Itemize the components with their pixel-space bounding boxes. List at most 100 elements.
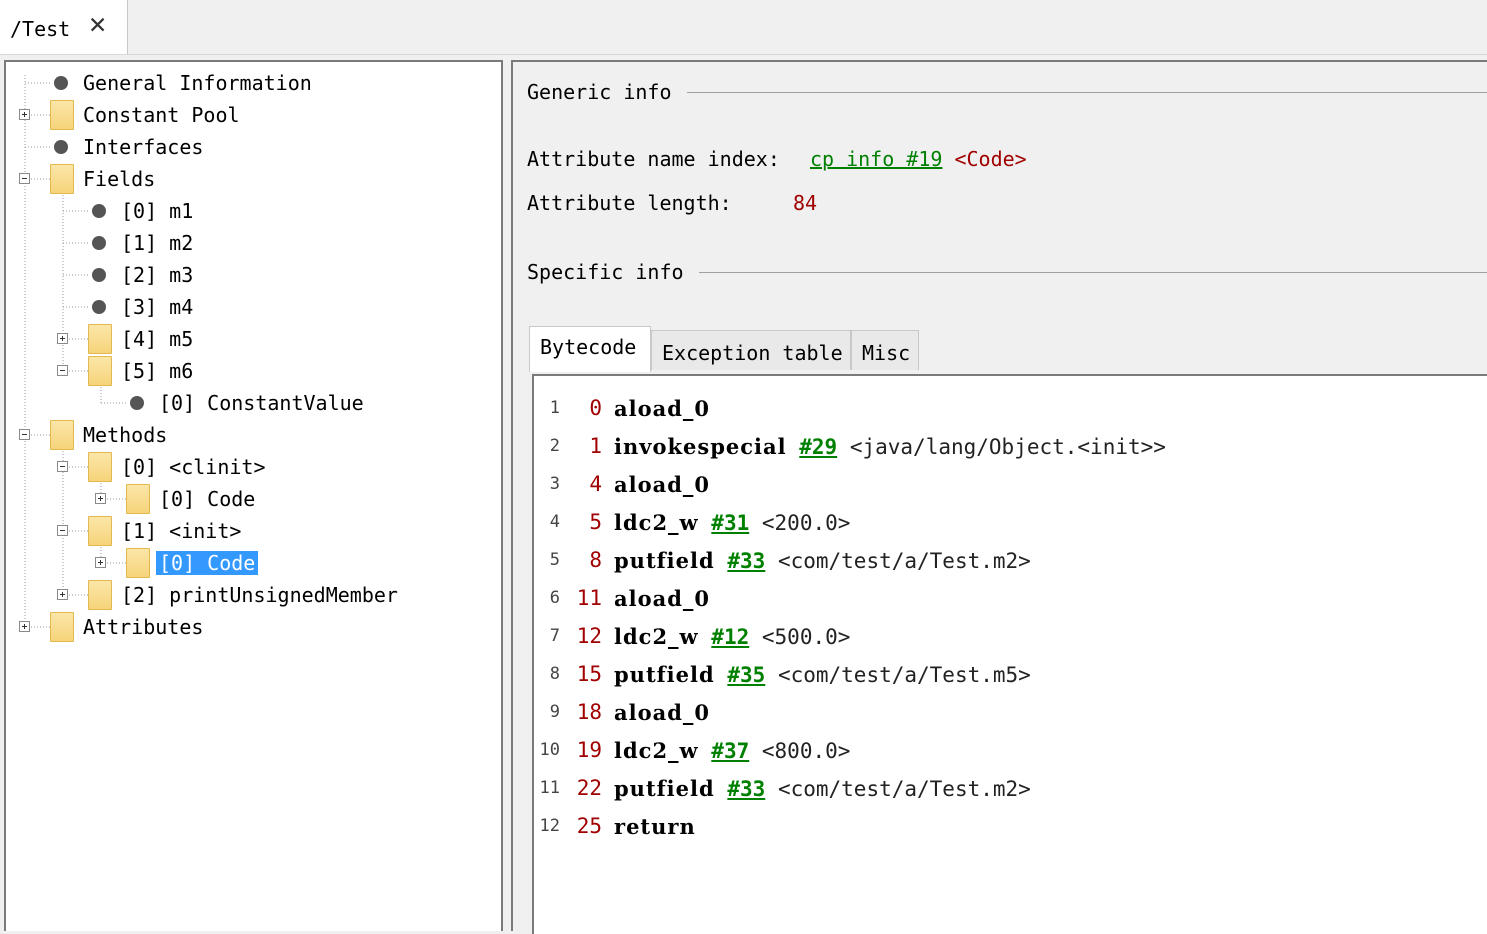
tree-node[interactable]: [0] Code — [6, 483, 496, 515]
tree-node-label: [0] ConstantValue — [159, 391, 364, 415]
tree-node[interactable]: Interfaces — [6, 131, 496, 163]
tree-node-label: [0] Code — [159, 487, 256, 511]
constant-pool-ref-link[interactable]: #29 — [799, 435, 837, 459]
opcode: ldc2_w — [614, 624, 699, 649]
instruction: aload_0 — [614, 700, 710, 725]
tree-node[interactable]: [0] ConstantValue — [6, 387, 496, 419]
expand-icon[interactable] — [19, 621, 30, 632]
constant-pool-ref-link[interactable]: #12 — [711, 625, 749, 649]
constant-pool-ref-link[interactable]: #37 — [711, 739, 749, 763]
collapse-icon[interactable] — [57, 461, 68, 472]
tree-node[interactable]: Fields — [6, 163, 496, 195]
tree-node[interactable]: General Information — [6, 67, 496, 99]
instruction: putfield #35 <com/test/a/Test.m5> — [614, 662, 1031, 687]
line-number: 12 — [539, 816, 560, 836]
instruction: ldc2_w #31 <200.0> — [614, 510, 850, 535]
tree-node[interactable]: [4] m5 — [6, 323, 496, 355]
collapse-icon[interactable] — [57, 525, 68, 536]
opcode: ldc2_w — [614, 510, 699, 535]
instruction: aload_0 — [614, 396, 710, 421]
bytecode-line: 11 22 putfield #33 <com/test/a/Test.m2> — [534, 770, 1474, 808]
instruction: ldc2_w #37 <800.0> — [614, 738, 850, 763]
node-bullet-icon — [54, 140, 68, 154]
folder-icon — [126, 484, 150, 514]
tree-node-label: [0] Code — [156, 551, 259, 575]
tree-node[interactable]: [2] m3 — [6, 259, 496, 291]
tree-node[interactable]: [2] printUnsignedMember — [6, 579, 496, 611]
collapse-icon[interactable] — [57, 365, 68, 376]
collapse-icon[interactable] — [19, 173, 30, 184]
constant-pool-ref-link[interactable]: #33 — [727, 549, 765, 573]
instruction: return — [614, 814, 696, 839]
folder-icon — [88, 516, 112, 546]
attribute-name-value: <Code> — [954, 147, 1027, 171]
node-bullet-icon — [54, 76, 68, 90]
bytecode-line: 3 4 aload_0 — [534, 466, 1474, 504]
line-number: 10 — [539, 740, 560, 760]
tree-node-label: [2] printUnsignedMember — [121, 583, 398, 607]
bytecode-offset: 12 — [576, 624, 602, 648]
tab-bytecode[interactable]: Bytecode — [529, 326, 651, 372]
expand-icon[interactable] — [57, 589, 68, 600]
tree-node[interactable]: [1] <init> — [6, 515, 496, 547]
node-bullet-icon — [92, 300, 106, 314]
tree-node[interactable]: Methods — [6, 419, 496, 451]
opcode: putfield — [614, 662, 715, 687]
line-number: 3 — [549, 474, 560, 494]
tree-node-label: [5] m6 — [121, 359, 194, 383]
bytecode-offset: 18 — [576, 700, 602, 724]
bytecode-offset: 25 — [576, 814, 602, 838]
collapse-icon[interactable] — [19, 429, 30, 440]
constant-pool-ref-link[interactable]: #35 — [727, 663, 765, 687]
line-number: 1 — [549, 398, 560, 418]
line-number: 7 — [549, 626, 560, 646]
folder-icon — [50, 100, 74, 130]
folder-icon — [88, 356, 112, 386]
bytecode-offset: 15 — [576, 662, 602, 686]
tree-node-label: [4] m5 — [121, 327, 194, 351]
tree-node[interactable]: [0] Code — [6, 547, 496, 579]
expand-icon[interactable] — [57, 333, 68, 344]
attribute-length-row: Attribute length: 84 — [527, 191, 817, 215]
expand-icon[interactable] — [95, 493, 106, 504]
tree-node[interactable]: [0] m1 — [6, 195, 496, 227]
class-structure-tree: General Information Constant Pool Interfac… — [4, 60, 503, 931]
attribute-length-value: 84 — [793, 191, 818, 215]
tree-node[interactable]: [5] m6 — [6, 355, 496, 387]
tree-node[interactable]: [0] <clinit> — [6, 451, 496, 483]
bytecode-offset: 1 — [589, 434, 602, 458]
tree-node-label: [2] m3 — [121, 263, 194, 287]
attribute-name-index-label: Attribute name index: — [527, 147, 780, 171]
constant-pool-ref-link[interactable]: #33 — [727, 777, 765, 801]
bytecode-offset: 8 — [589, 548, 602, 572]
specific-info-divider — [699, 272, 1487, 273]
bytecode-line: 5 8 putfield #33 <com/test/a/Test.m2> — [534, 542, 1474, 580]
tree-node[interactable]: Attributes — [6, 611, 496, 643]
expand-icon[interactable] — [95, 557, 106, 568]
document-tab[interactable]: /Test ✕ — [0, 0, 128, 54]
folder-icon — [50, 612, 74, 642]
attribute-name-index-row: Attribute name index: cp info #19 <Code> — [527, 147, 1027, 171]
tab-exception-table[interactable]: Exception table — [651, 330, 851, 370]
instruction: aload_0 — [614, 472, 710, 497]
bytecode-listing[interactable]: 1 0 aload_0 2 1 invokespecial #29 <java/lang/… — [532, 374, 1487, 934]
bytecode-line: 7 12 ldc2_w #12 <500.0> — [534, 618, 1474, 656]
cp-info-link[interactable]: cp info #19 — [810, 147, 942, 171]
operand-comment: <com/test/a/Test.m2> — [777, 549, 1031, 573]
tree-node[interactable]: [1] m2 — [6, 227, 496, 259]
tab-misc[interactable]: Misc — [851, 330, 919, 370]
expand-icon[interactable] — [19, 109, 30, 120]
node-bullet-icon — [92, 268, 106, 282]
attribute-length-label: Attribute length: — [527, 191, 732, 215]
tree-node[interactable]: [3] m4 — [6, 291, 496, 323]
close-icon[interactable]: ✕ — [88, 13, 107, 39]
constant-pool-ref-link[interactable]: #31 — [711, 511, 749, 535]
operand-comment: <200.0> — [761, 511, 851, 535]
tree-node[interactable]: Constant Pool — [6, 99, 496, 131]
bytecode-line: 1 0 aload_0 — [534, 390, 1474, 428]
tree-node-label: Constant Pool — [83, 103, 240, 127]
folder-icon — [50, 420, 74, 450]
bytecode-line: 9 18 aload_0 — [534, 694, 1474, 732]
tree-node-label: [1] <init> — [121, 519, 242, 543]
tree-node-label: [3] m4 — [121, 295, 194, 319]
